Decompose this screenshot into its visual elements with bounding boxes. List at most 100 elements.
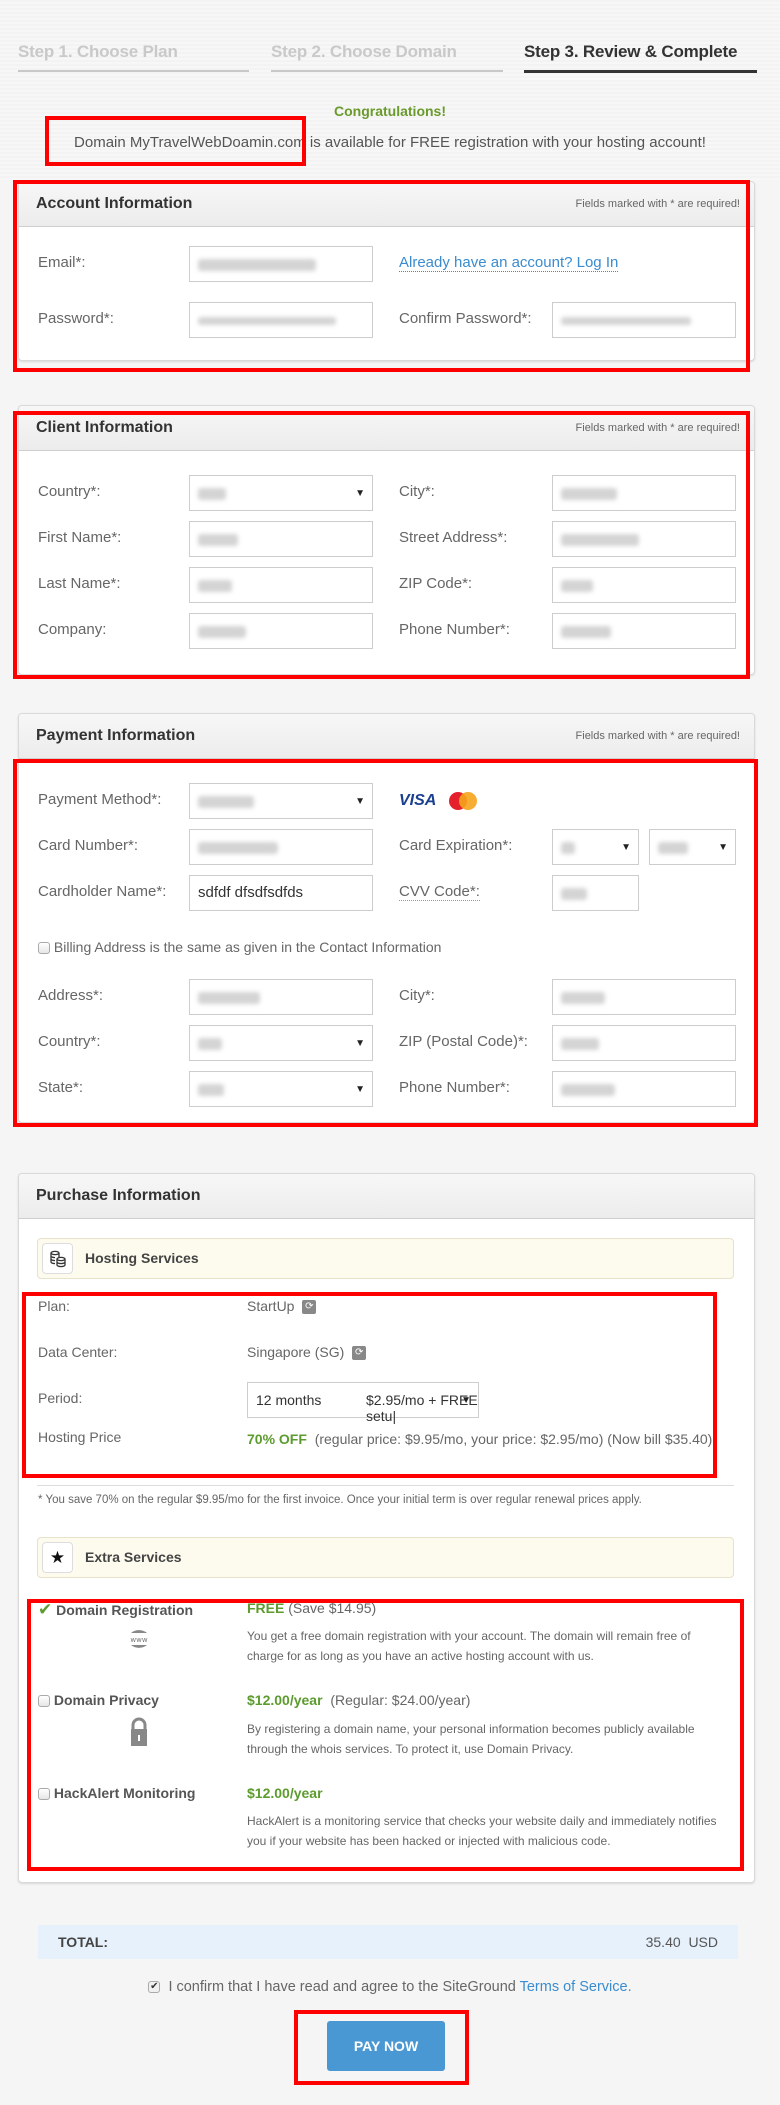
- obscured-value: [198, 580, 232, 592]
- change-data-center-refresh-icon[interactable]: ⟳: [352, 1346, 367, 1361]
- price-detail: (regular price: $9.95/mo, your price: $2…: [314, 1431, 713, 1447]
- domain-registration-row: ✔ Domain Registration: [38, 1600, 193, 1620]
- obscured-value: [561, 580, 593, 592]
- domain-privacy-checkbox[interactable]: [38, 1695, 50, 1708]
- street-address-label: Street Address*:: [399, 529, 508, 546]
- star-icon: ★: [42, 1542, 73, 1573]
- city-label: City*:: [399, 483, 435, 500]
- required-note: Fields marked with * are required!: [575, 422, 740, 434]
- extra-services-header: ★ Extra Services: [37, 1537, 734, 1578]
- card-expiration-label: Card Expiration*:: [399, 837, 513, 854]
- data-center-label: Data Center:: [38, 1344, 118, 1360]
- obscured-value: [561, 842, 575, 854]
- hosting-price-label: Hosting Price: [38, 1429, 122, 1445]
- country-select[interactable]: ▼: [189, 475, 373, 511]
- country-label: Country*:: [38, 483, 101, 500]
- obscured-value: [561, 626, 611, 638]
- data-center-value: Singapore (SG): [247, 1344, 345, 1360]
- step-3-underline: [524, 70, 757, 73]
- cvv-code-input[interactable]: [552, 875, 639, 911]
- extra-price-row: FREE (Save $14.95): [247, 1600, 376, 1616]
- password-label: Password*:: [38, 310, 114, 327]
- step-2-underline: [271, 70, 503, 72]
- obscured-value: [561, 992, 605, 1004]
- coins-stack-icon: [42, 1243, 73, 1274]
- extra-description: By registering a domain name, your perso…: [247, 1722, 695, 1756]
- payment-method-select[interactable]: ▼: [189, 783, 373, 819]
- zip-code-input[interactable]: [552, 567, 736, 603]
- dropdown-arrow-icon: ▼: [718, 842, 728, 853]
- billing-address-input[interactable]: [189, 979, 373, 1015]
- card-number-input[interactable]: [189, 829, 373, 865]
- cardholder-name-input[interactable]: sdfdf dfsdfsdfds: [189, 875, 373, 911]
- phone-number-input[interactable]: [552, 613, 736, 649]
- svg-text:www: www: [130, 1636, 147, 1644]
- extra-price: FREE: [247, 1600, 285, 1616]
- step-3-review-complete: Step 3. Review & Complete: [524, 42, 738, 61]
- extra-price: $12.00/year: [247, 1785, 323, 1801]
- billing-same-row[interactable]: Billing Address is the same as given in …: [38, 939, 441, 955]
- billing-zip-input[interactable]: [552, 1025, 736, 1061]
- obscured-value: [561, 534, 639, 546]
- expiration-year-select[interactable]: ▼: [649, 829, 736, 865]
- step-2-choose-domain[interactable]: Step 2. Choose Domain: [271, 42, 457, 62]
- pay-now-button[interactable]: PAY NOW: [327, 2021, 445, 2071]
- billing-same-label: Billing Address is the same as given in …: [53, 939, 442, 955]
- payment-information-panel: Payment Information Fields marked with *…: [18, 713, 755, 1123]
- terms-checkbox[interactable]: ✔: [148, 1981, 161, 1994]
- domain-privacy-row[interactable]: Domain Privacy: [38, 1692, 159, 1708]
- extra-name: Domain Privacy: [53, 1692, 159, 1708]
- billing-city-input[interactable]: [552, 979, 736, 1015]
- hackalert-monitoring-row[interactable]: HackAlert Monitoring: [38, 1785, 195, 1801]
- congratulations-title: Congratulations!: [334, 103, 446, 119]
- extra-description: You get a free domain registration with …: [247, 1629, 691, 1663]
- total-amount: 35.40: [645, 1934, 681, 1950]
- client-information-panel: Client Information Fields marked with * …: [18, 405, 755, 675]
- hackalert-checkbox[interactable]: [38, 1788, 50, 1801]
- billing-state-select[interactable]: ▼: [189, 1071, 373, 1107]
- obscured-value: [561, 1038, 599, 1050]
- extra-price-row: $12.00/year: [247, 1785, 323, 1801]
- company-input[interactable]: [189, 613, 373, 649]
- billing-country-label: Country*:: [38, 1033, 101, 1050]
- total-amount-row: 35.40 USD: [646, 1934, 718, 1950]
- hosting-price-value: 70% OFF (regular price: $9.95/mo, your p…: [247, 1429, 717, 1450]
- extra-name: HackAlert Monitoring: [53, 1785, 196, 1801]
- period-select[interactable]: 12 months $2.95/mo + FREE setu| ▼: [247, 1382, 479, 1424]
- extra-price-note: (Save $14.95): [288, 1600, 377, 1616]
- obscured-value: [198, 1038, 222, 1050]
- panel-title: Purchase Information: [36, 1187, 201, 1204]
- checkmark-icon: ✔: [38, 1600, 53, 1619]
- hosting-services-title: Hosting Services: [85, 1250, 199, 1266]
- obscured-value: [198, 1084, 224, 1096]
- billing-country-select[interactable]: ▼: [189, 1025, 373, 1061]
- password-input[interactable]: [189, 302, 373, 338]
- last-name-input[interactable]: [189, 567, 373, 603]
- purchase-information-panel: Purchase Information Hosting Services Pl…: [18, 1173, 755, 1883]
- first-name-input[interactable]: [189, 521, 373, 557]
- obscured-value: [198, 534, 238, 546]
- total-currency: USD: [688, 1934, 718, 1950]
- period-value: 12 months: [256, 1392, 322, 1408]
- savings-note: * You save 70% on the regular $9.95/mo f…: [38, 1494, 642, 1506]
- period-label: Period:: [38, 1390, 83, 1406]
- login-link[interactable]: Already have an account? Log In: [399, 254, 619, 272]
- card-number-label: Card Number*:: [38, 837, 139, 854]
- city-input[interactable]: [552, 475, 736, 511]
- terms-of-service-link[interactable]: Terms of Service.: [520, 1979, 632, 1995]
- step-1-choose-plan[interactable]: Step 1. Choose Plan: [18, 42, 178, 62]
- billing-same-checkbox[interactable]: [38, 942, 50, 955]
- street-address-input[interactable]: [552, 521, 736, 557]
- obscured-value: [198, 992, 260, 1004]
- obscured-value: [198, 259, 316, 271]
- expiration-month-select[interactable]: ▼: [552, 829, 639, 865]
- billing-phone-input[interactable]: [552, 1071, 736, 1107]
- change-plan-refresh-icon[interactable]: ⟳: [302, 1300, 317, 1315]
- dropdown-arrow-icon: ▼: [621, 842, 631, 853]
- email-input[interactable]: [189, 246, 373, 282]
- cvv-code-label[interactable]: CVV Code*:: [399, 883, 480, 901]
- dropdown-arrow-icon: ▼: [355, 796, 365, 807]
- extra-description: HackAlert is a monitoring service that c…: [247, 1814, 717, 1848]
- confirm-password-input[interactable]: [552, 302, 736, 338]
- obscured-value: [198, 317, 336, 325]
